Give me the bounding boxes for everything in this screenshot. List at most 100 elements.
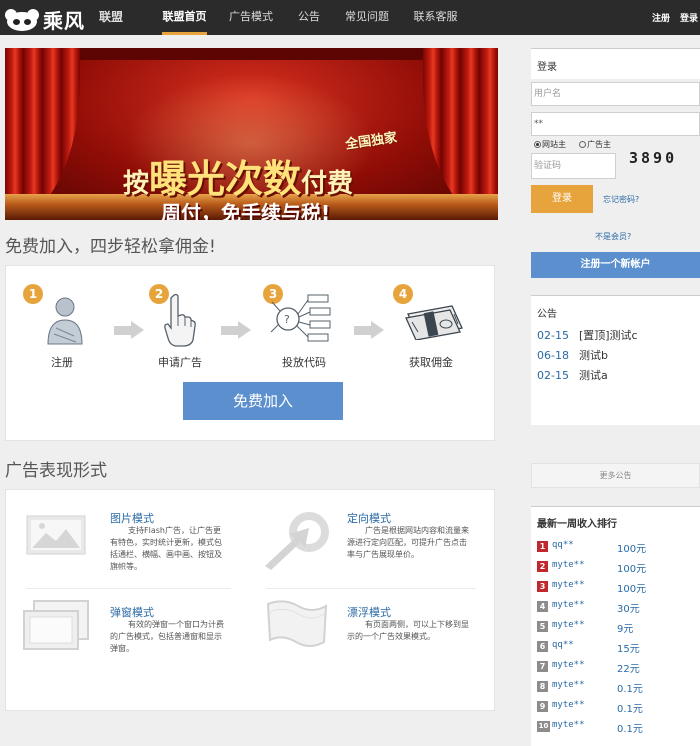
ad-form-title[interactable]: 定向模式 — [347, 510, 391, 526]
rank-income: 30元 — [617, 604, 640, 615]
arrow-right-icon — [354, 321, 384, 339]
rank-user-name: myte** — [552, 560, 585, 570]
ranking-row: 9 myte** 0.1元 — [537, 700, 697, 716]
ranking-row: 1 qq** 100元 — [537, 540, 697, 556]
notice-item[interactable]: 02-15 测试a — [537, 367, 608, 383]
rank-income: 0.1元 — [617, 684, 643, 695]
banner-subline: 周付，免手续与税! — [161, 201, 331, 220]
ranking-row: 3 myte** 100元 — [537, 580, 697, 596]
step-label: 获取佣金 — [409, 356, 453, 369]
rank-badge: 4 — [537, 601, 548, 612]
top-register-link[interactable]: 注册 — [652, 11, 670, 24]
svg-text:?: ? — [284, 313, 290, 326]
ad-forms-panel: 图片模式 支持Flash广告，让广告更有特色，实时统计更新，模式包括通栏、横幅、… — [5, 489, 495, 711]
brand-name: 乘风 — [43, 9, 85, 33]
panda-logo-icon — [5, 8, 39, 32]
role-advertiser-radio[interactable]: 广告主 — [579, 139, 611, 150]
rank-income: 22元 — [617, 664, 640, 675]
rank-user-name: myte** — [552, 580, 585, 590]
rank-user-name: myte** — [552, 720, 585, 730]
target-arrow-icon — [265, 512, 329, 570]
rank-badge: 1 — [537, 541, 548, 552]
rank-income: 100元 — [617, 564, 647, 575]
ranking-row: 5 myte** 9元 — [537, 620, 697, 636]
ad-forms-title: 广告表现形式 — [5, 461, 107, 481]
rank-user-name: qq** — [552, 640, 574, 650]
rank-income: 0.1元 — [617, 724, 643, 735]
floating-flag-icon — [266, 600, 328, 647]
nav-faq[interactable]: 常见问题 — [345, 0, 389, 35]
login-button[interactable]: 登录 — [531, 185, 593, 213]
arrow-right-icon — [114, 321, 144, 339]
rank-income: 100元 — [617, 544, 647, 555]
brand-sub: 联盟 — [99, 10, 124, 24]
captcha-image[interactable]: 3890 — [629, 149, 677, 167]
image-icon — [26, 515, 86, 555]
rank-badge: 7 — [537, 661, 548, 672]
rank-badge: 9 — [537, 701, 548, 712]
login-box: 登录 用户名 ** 网站主 广告主 验证码 3890 登录 忘记密码? 不是会员… — [531, 48, 700, 281]
join-free-button[interactable]: 免费加入 — [183, 382, 343, 420]
code-nodes-icon: ? — [270, 294, 331, 342]
nav-ad-modes[interactable]: 广告模式 — [229, 0, 273, 35]
ad-form-desc: 有页面两侧，可以上下移到显示的一个广告效果模式。 — [347, 620, 469, 641]
user-icon — [47, 297, 83, 345]
rank-user-name: myte** — [552, 680, 585, 690]
nav-notices[interactable]: 公告 — [297, 0, 321, 35]
notice-item[interactable]: 02-15 [置顶]测试c — [537, 327, 638, 343]
nav-contact[interactable]: 联系客服 — [413, 0, 458, 35]
top-navbar: 乘风 联盟 联盟首页 广告模式 公告 常见问题 联系客服 注册 登录 — [0, 0, 700, 35]
step-number: 1 — [23, 284, 43, 304]
not-member-link[interactable]: 不是会员? — [595, 231, 631, 242]
rank-badge: 6 — [537, 641, 548, 652]
notice-box: 公告 02-15 [置顶]测试c 06-18 测试b 02-15 测试a — [531, 295, 700, 425]
login-title: 登录 — [537, 62, 557, 73]
ad-form-desc: 有效的弹窗一个窗口为计费的广告模式，包括普通窗和显示弹窗。 — [110, 620, 224, 653]
notice-item[interactable]: 06-18 测试b — [537, 347, 608, 363]
promo-banner[interactable]: 全国独家 按曝光次数付费 周付，免手续与税! — [5, 48, 498, 220]
rank-user-name: myte** — [552, 700, 585, 710]
rank-user-name: myte** — [552, 660, 585, 670]
captcha-input[interactable]: 验证码 — [531, 153, 616, 179]
rank-income: 0.1元 — [617, 704, 643, 715]
ranking-row: 4 myte** 30元 — [537, 600, 697, 616]
step-label: 注册 — [51, 356, 73, 369]
register-button[interactable]: 注册一个新帐户 — [531, 252, 700, 278]
forgot-password-link[interactable]: 忘记密码? — [603, 194, 639, 205]
more-notices-button[interactable]: 更多公告 — [531, 463, 700, 488]
join-section-title: 免费加入，四步轻松拿佣金! — [5, 237, 216, 257]
ranking-row: 8 myte** 0.1元 — [537, 680, 697, 696]
rank-user-name: qq** — [552, 540, 574, 550]
popup-window-icon — [23, 600, 89, 650]
rank-badge: 3 — [537, 581, 548, 592]
arrow-right-icon — [221, 321, 251, 339]
nav-home[interactable]: 联盟首页 — [162, 0, 207, 35]
username-input[interactable]: 用户名 — [531, 82, 700, 106]
ad-form-desc: 支持Flash广告，让广告更有特色，实时统计更新，模式包括通栏、横幅、画中画、按… — [110, 526, 222, 571]
rank-badge: 2 — [537, 561, 548, 572]
ranking-row: 2 myte** 100元 — [537, 560, 697, 576]
click-hand-icon — [164, 293, 196, 347]
ad-form-title[interactable]: 弹窗模式 — [110, 604, 154, 620]
rank-badge: 5 — [537, 621, 548, 632]
money-icon — [405, 305, 463, 340]
rank-income: 9元 — [617, 624, 634, 635]
ad-form-desc: 广告是根据网站内容和流量来源进行定向匹配，可提升广告点击率与广告展现单价。 — [347, 526, 469, 559]
rank-income: 15元 — [617, 644, 640, 655]
rank-user-name: myte** — [552, 620, 585, 630]
rank-badge: 10 — [537, 721, 550, 732]
role-site-radio[interactable]: 网站主 — [534, 139, 566, 150]
password-input[interactable]: ** — [531, 112, 700, 136]
steps-panel: 1 注册 2 申请广告 3 ? 投放代码 4 获取佣金 免费加入 — [5, 265, 495, 441]
ad-form-title[interactable]: 漂浮模式 — [347, 604, 391, 620]
top-login-link[interactable]: 登录 — [680, 11, 698, 24]
divider — [26, 588, 231, 589]
ad-form-title[interactable]: 图片模式 — [110, 510, 154, 526]
logo[interactable]: 乘风 联盟 — [5, 5, 123, 34]
banner-headline: 按曝光次数付费 — [123, 157, 354, 201]
rank-user-name: myte** — [552, 600, 585, 610]
rank-income: 100元 — [617, 584, 647, 595]
ranking-row: 6 qq** 15元 — [537, 640, 697, 656]
divider — [266, 588, 476, 589]
ranking-row: 10 myte** 0.1元 — [537, 720, 697, 736]
